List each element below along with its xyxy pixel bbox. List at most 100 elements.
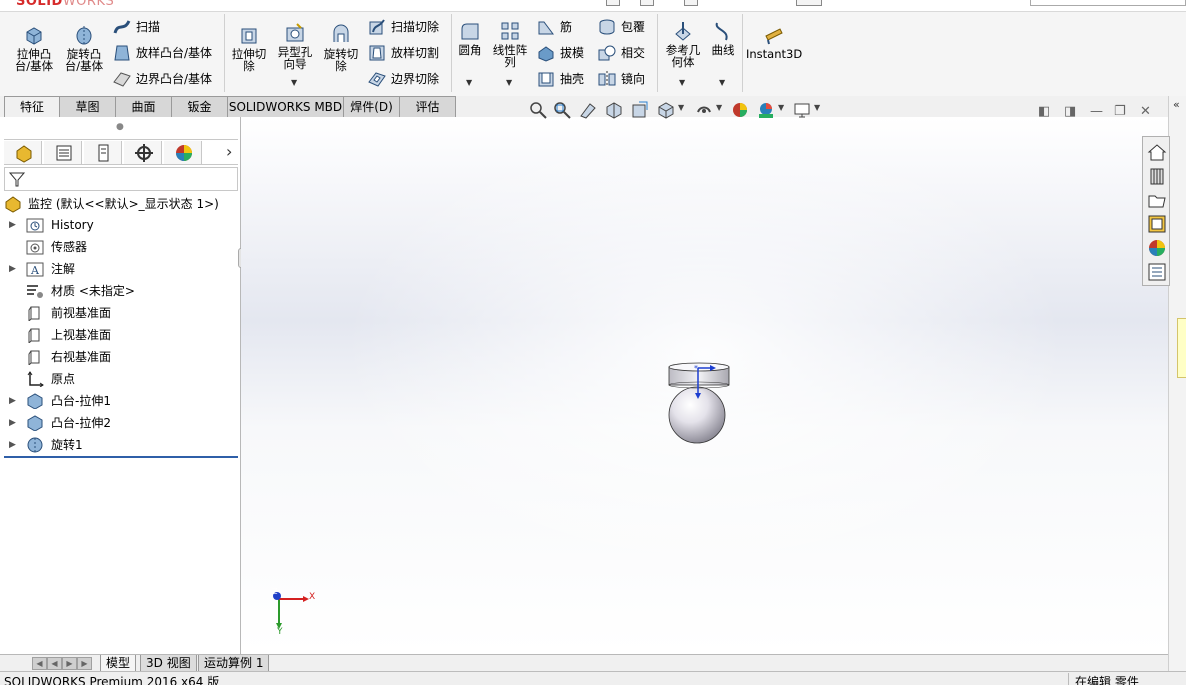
- next-tab-button[interactable]: ▶: [62, 657, 77, 670]
- view-settings-icon[interactable]: [792, 100, 812, 120]
- revolve-cut-button[interactable]: 旋转切 除: [319, 24, 363, 72]
- tab-motion-study[interactable]: 运动算例 1: [198, 655, 270, 672]
- revolve-boss-button[interactable]: 旋转凸 台/基体: [62, 24, 106, 72]
- instant3d-button[interactable]: Instant3D: [746, 24, 802, 60]
- tab-weldments[interactable]: 焊件(D): [343, 96, 400, 117]
- tree-item-right-plane[interactable]: 右视基准面: [0, 346, 234, 368]
- reference-geometry-dropdown[interactable]: ▼: [679, 78, 685, 87]
- tab-surfaces[interactable]: 曲面: [115, 96, 172, 117]
- apply-scene-icon[interactable]: [756, 100, 776, 120]
- feature-manager-tab[interactable]: [4, 141, 42, 164]
- edit-appearance-icon[interactable]: [730, 100, 750, 120]
- quick-access-rebuild-button[interactable]: [796, 0, 822, 6]
- tab-sheet-metal[interactable]: 钣金: [171, 96, 228, 117]
- mirror-button[interactable]: 镜向: [597, 68, 651, 90]
- expand-arrow-icon[interactable]: ▶: [9, 390, 16, 412]
- zoom-to-fit-icon[interactable]: [528, 100, 548, 120]
- tree-item-boss-extrude1[interactable]: ▶ 凸台-拉伸1: [0, 390, 234, 412]
- draft-button[interactable]: 拔模: [536, 42, 590, 64]
- home-icon[interactable]: [1146, 141, 1168, 163]
- restore-button[interactable]: ❐: [1114, 104, 1126, 119]
- hole-wizard-button[interactable]: 异型孔 向导: [273, 22, 317, 70]
- curves-dropdown[interactable]: ▼: [719, 78, 725, 87]
- quick-access-new-button[interactable]: [606, 0, 620, 6]
- section-view-icon[interactable]: [604, 100, 624, 120]
- rollback-bar[interactable]: [4, 456, 238, 458]
- tree-item-history[interactable]: ▶ History: [0, 214, 234, 236]
- tree-item-material[interactable]: 材质 <未指定>: [0, 280, 234, 302]
- tree-item-top-plane[interactable]: 上视基准面: [0, 324, 234, 346]
- tree-item-front-plane[interactable]: 前视基准面: [0, 302, 234, 324]
- sweep-cut-button[interactable]: 扫描切除: [367, 16, 447, 38]
- boundary-boss-button[interactable]: 边界凸台/基体: [112, 68, 222, 90]
- fillet-dropdown[interactable]: ▼: [466, 78, 472, 87]
- expand-arrow-icon[interactable]: ▶: [9, 434, 16, 456]
- tab-evaluate[interactable]: 评估: [399, 96, 456, 117]
- loft-cut-button[interactable]: 放样切割: [367, 42, 447, 64]
- wrap-icon: [599, 19, 615, 35]
- shell-button[interactable]: 抽壳: [536, 68, 590, 90]
- zoom-to-area-icon[interactable]: [552, 100, 572, 120]
- intersect-button[interactable]: 相交: [597, 42, 651, 64]
- view-settings-dropdown[interactable]: ▼: [814, 103, 820, 112]
- tab-3d-views[interactable]: 3D 视图: [140, 655, 197, 672]
- curves-button[interactable]: 曲线: [701, 20, 745, 56]
- graphics-area[interactable]: * X Y Z: [241, 117, 1168, 654]
- property-manager-tab[interactable]: [44, 141, 82, 164]
- expand-arrow-icon[interactable]: ▶: [9, 214, 16, 236]
- linear-pattern-dropdown[interactable]: ▼: [506, 78, 512, 87]
- apply-scene-dropdown[interactable]: ▼: [778, 103, 784, 112]
- wrap-button[interactable]: 包覆: [597, 16, 651, 38]
- dynamic-annotation-icon[interactable]: [630, 100, 650, 120]
- file-explorer-icon[interactable]: [1146, 189, 1168, 211]
- chevron-right-icon[interactable]: ›: [226, 142, 232, 161]
- display-manager-tab[interactable]: [164, 141, 202, 164]
- linear-pattern-button[interactable]: 线性阵 列: [488, 20, 532, 68]
- sweep-button[interactable]: 扫描: [112, 16, 212, 38]
- tab-solidworks-mbd[interactable]: SOLIDWORKS MBD: [227, 96, 344, 117]
- model-part[interactable]: *: [661, 357, 731, 447]
- tile-left-button[interactable]: ◧: [1038, 104, 1050, 119]
- fillet-button[interactable]: 圆角: [448, 20, 492, 56]
- dimxpert-manager-tab[interactable]: [124, 141, 162, 164]
- expand-arrow-icon[interactable]: ▶: [9, 412, 16, 434]
- search-input[interactable]: [1030, 0, 1186, 6]
- tree-item-origin[interactable]: 原点: [0, 368, 234, 390]
- minimize-button[interactable]: —: [1090, 104, 1103, 119]
- tree-item-annotations[interactable]: ▶ A 注解: [0, 258, 234, 280]
- view-orientation-dropdown[interactable]: ▼: [678, 103, 684, 112]
- first-tab-button[interactable]: ◀: [32, 657, 47, 670]
- boundary-cut-button[interactable]: 边界切除: [367, 68, 447, 90]
- previous-tab-button[interactable]: ◀: [47, 657, 62, 670]
- configuration-manager-tab[interactable]: [84, 141, 122, 164]
- design-library-icon[interactable]: [1146, 165, 1168, 187]
- tile-right-button[interactable]: ◨: [1064, 104, 1076, 119]
- tree-item-revolve1[interactable]: ▶ 旋转1: [0, 434, 234, 456]
- previous-view-icon[interactable]: [578, 100, 598, 120]
- view-palette-icon[interactable]: [1146, 213, 1168, 235]
- tab-features[interactable]: 特征: [4, 96, 60, 118]
- tab-model[interactable]: 模型: [100, 655, 137, 672]
- quick-access-save-button[interactable]: [684, 0, 698, 6]
- extrude-cut-button[interactable]: 拉伸切 除: [227, 24, 271, 72]
- loft-boss-button[interactable]: 放样凸台/基体: [112, 42, 222, 64]
- expand-arrow-icon[interactable]: ▶: [9, 258, 16, 280]
- tree-item-boss-extrude2[interactable]: ▶ 凸台-拉伸2: [0, 412, 234, 434]
- reference-geometry-button[interactable]: 参考几 何体: [661, 20, 705, 68]
- tab-sketch[interactable]: 草图: [59, 96, 116, 117]
- hole-wizard-dropdown[interactable]: ▼: [291, 78, 297, 87]
- display-style-icon[interactable]: [694, 100, 714, 120]
- last-tab-button[interactable]: ▶: [77, 657, 92, 670]
- display-style-dropdown[interactable]: ▼: [716, 103, 722, 112]
- tree-item-sensors[interactable]: 传感器: [0, 236, 234, 258]
- panel-grip[interactable]: ●: [116, 122, 124, 132]
- tree-filter[interactable]: [4, 167, 238, 191]
- close-button[interactable]: ✕: [1140, 104, 1151, 119]
- chevron-double-left-icon[interactable]: «: [1173, 98, 1180, 111]
- appearances-icon[interactable]: [1146, 237, 1168, 259]
- rib-button[interactable]: 筋: [536, 16, 590, 38]
- custom-properties-icon[interactable]: [1146, 261, 1168, 283]
- view-orientation-icon[interactable]: [656, 100, 676, 120]
- quick-access-open-button[interactable]: [640, 0, 654, 6]
- extrude-boss-button[interactable]: 拉伸凸 台/基体: [12, 24, 56, 72]
